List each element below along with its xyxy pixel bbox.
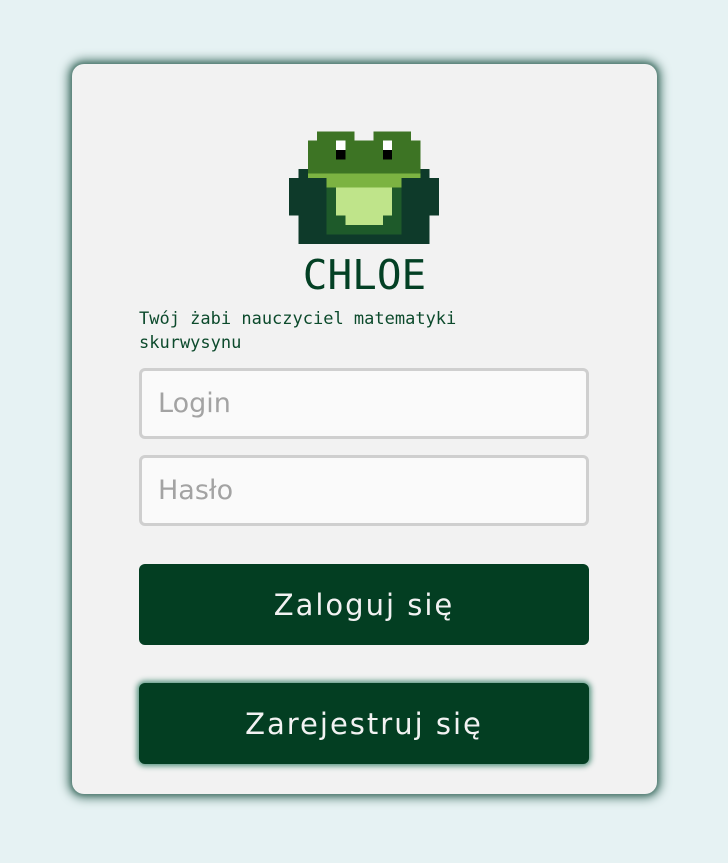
login-button[interactable]: Zaloguj się bbox=[139, 564, 589, 645]
login-card: CHLOE Twój żabi nauczyciel matematyki sk… bbox=[72, 64, 657, 794]
app-tagline: Twój żabi nauczyciel matematyki skurwysy… bbox=[139, 309, 457, 353]
frog-logo-icon bbox=[289, 131, 439, 244]
app-title: CHLOE bbox=[302, 251, 427, 299]
login-input[interactable] bbox=[139, 368, 589, 439]
password-input[interactable] bbox=[139, 455, 589, 526]
register-button[interactable]: Zarejestruj się bbox=[139, 683, 589, 764]
